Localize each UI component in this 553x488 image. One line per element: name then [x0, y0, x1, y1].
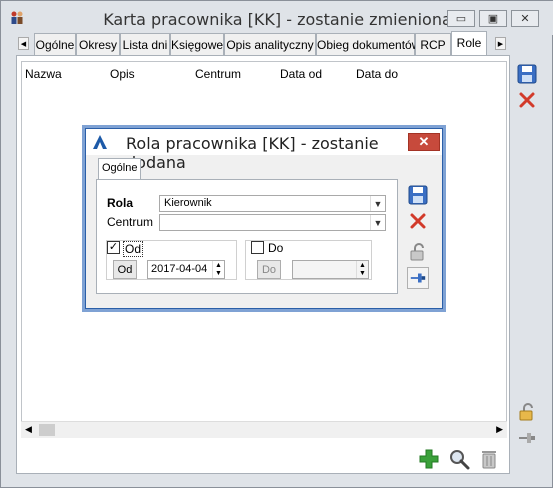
rola-select[interactable]: Kierownik ▼ [159, 195, 386, 212]
column-header-opis[interactable]: Opis [110, 67, 135, 81]
od-date-value: 2017-04-04 [151, 263, 208, 275]
chevron-right-icon: ▶ [497, 40, 504, 48]
spin-icon[interactable]: ▲ ▼ [212, 261, 224, 278]
scroll-right-icon[interactable]: ▶ [496, 424, 503, 435]
save-icon [408, 185, 428, 205]
centrum-label: Centrum [107, 215, 154, 229]
close-icon: ✕ [418, 134, 430, 149]
tab-lista-dni[interactable]: Lista dni [120, 33, 170, 55]
comarch-logo-icon [93, 135, 107, 149]
close-icon: ✕ [520, 13, 530, 25]
pin-icon [410, 273, 426, 283]
tab-scroll-right[interactable]: ▶ [495, 37, 506, 50]
search-button[interactable] [447, 447, 471, 471]
od-checkbox[interactable]: ✓ [107, 241, 120, 254]
tab-rcp[interactable]: RCP [415, 33, 451, 55]
spin-icon[interactable]: ▲ ▼ [356, 261, 368, 278]
maximize-icon: ▣ [487, 13, 499, 25]
delete-button[interactable] [477, 447, 501, 471]
role-dialog: Rola pracownika [KK] - zostanie dodana ✕… [85, 128, 443, 309]
column-header-centrum[interactable]: Centrum [195, 67, 241, 81]
do-checkbox-label[interactable]: Do [267, 241, 285, 255]
save-icon [517, 64, 537, 84]
chevron-down-icon[interactable]: ▼ [370, 215, 385, 230]
od-date-input[interactable]: 2017-04-04 ▲ ▼ [147, 260, 225, 279]
tab-role[interactable]: Role [451, 31, 487, 55]
chevron-down-icon[interactable]: ▼ [370, 196, 385, 211]
lock-button[interactable] [516, 401, 538, 423]
scroll-left-icon[interactable]: ◀ [25, 424, 32, 435]
lock-icon [519, 403, 533, 421]
od-checkbox-label[interactable]: Od [123, 241, 144, 257]
dialog-cancel-button[interactable] [407, 210, 429, 232]
dialog-pin-button[interactable] [407, 267, 429, 289]
od-button[interactable]: Od [113, 260, 137, 279]
pin-icon [519, 433, 535, 443]
dialog-save-button[interactable] [407, 184, 429, 206]
horizontal-scrollbar[interactable]: ◀ ▶ [21, 421, 507, 438]
minimize-icon: ▭ [455, 13, 467, 25]
close-button[interactable]: ✕ [511, 10, 539, 27]
dialog-title-bar: Rola pracownika [KK] - zostanie dodana ✕ [86, 129, 442, 172]
tab-okresy[interactable]: Okresy [76, 33, 120, 55]
dialog-tab-ogolne[interactable]: Ogólne [98, 158, 142, 179]
scroll-thumb[interactable] [39, 424, 55, 436]
tab-ogolne[interactable]: Ogólne [34, 33, 76, 55]
tab-scroll-left[interactable]: ◀ [18, 37, 29, 50]
column-header-nazwa[interactable]: Nazwa [25, 67, 62, 81]
search-icon [450, 450, 470, 470]
tab-obieg-dokumentow[interactable]: Obieg dokumentów [316, 33, 420, 55]
tab-opis-analityczny[interactable]: Opis analityczny [224, 33, 316, 55]
chevron-left-icon: ◀ [20, 40, 27, 48]
cancel-icon [410, 213, 426, 229]
dialog-close-button[interactable]: ✕ [408, 133, 440, 151]
do-button[interactable]: Do [257, 260, 281, 279]
do-checkbox[interactable] [251, 241, 264, 254]
tab-bar: ◀ Ogólne Okresy Lista dni Księgowe Opis … [15, 31, 509, 55]
cancel-button[interactable] [516, 89, 538, 111]
dialog-title: Rola pracownika [KK] - zostanie dodana [126, 134, 379, 172]
pin-button[interactable] [516, 427, 538, 449]
do-date-input[interactable]: ▲ ▼ [292, 260, 369, 279]
dialog-general-panel: Rola Kierownik ▼ Centrum ▼ ✓ Od Od 2017-… [96, 179, 398, 294]
minimize-button[interactable]: ▭ [447, 10, 475, 27]
column-header-data-od[interactable]: Data od [280, 67, 322, 81]
lock-icon [410, 243, 424, 261]
rola-value: Kierownik [164, 197, 212, 209]
add-icon [419, 449, 439, 469]
trash-icon [482, 451, 496, 469]
rola-label: Rola [107, 196, 134, 210]
tab-ksiegowe[interactable]: Księgowe [170, 33, 224, 55]
title-bar: Karta pracownika [KK] - zostanie zmienio… [1, 1, 553, 35]
cancel-icon [519, 92, 535, 108]
main-window: Karta pracownika [KK] - zostanie zmienio… [0, 0, 553, 488]
dialog-lock-button[interactable] [407, 241, 429, 263]
column-header-data-do[interactable]: Data do [356, 67, 398, 81]
centrum-select[interactable]: ▼ [159, 214, 386, 231]
maximize-button[interactable]: ▣ [479, 10, 507, 27]
save-button[interactable] [516, 63, 538, 85]
add-button[interactable] [417, 447, 441, 471]
